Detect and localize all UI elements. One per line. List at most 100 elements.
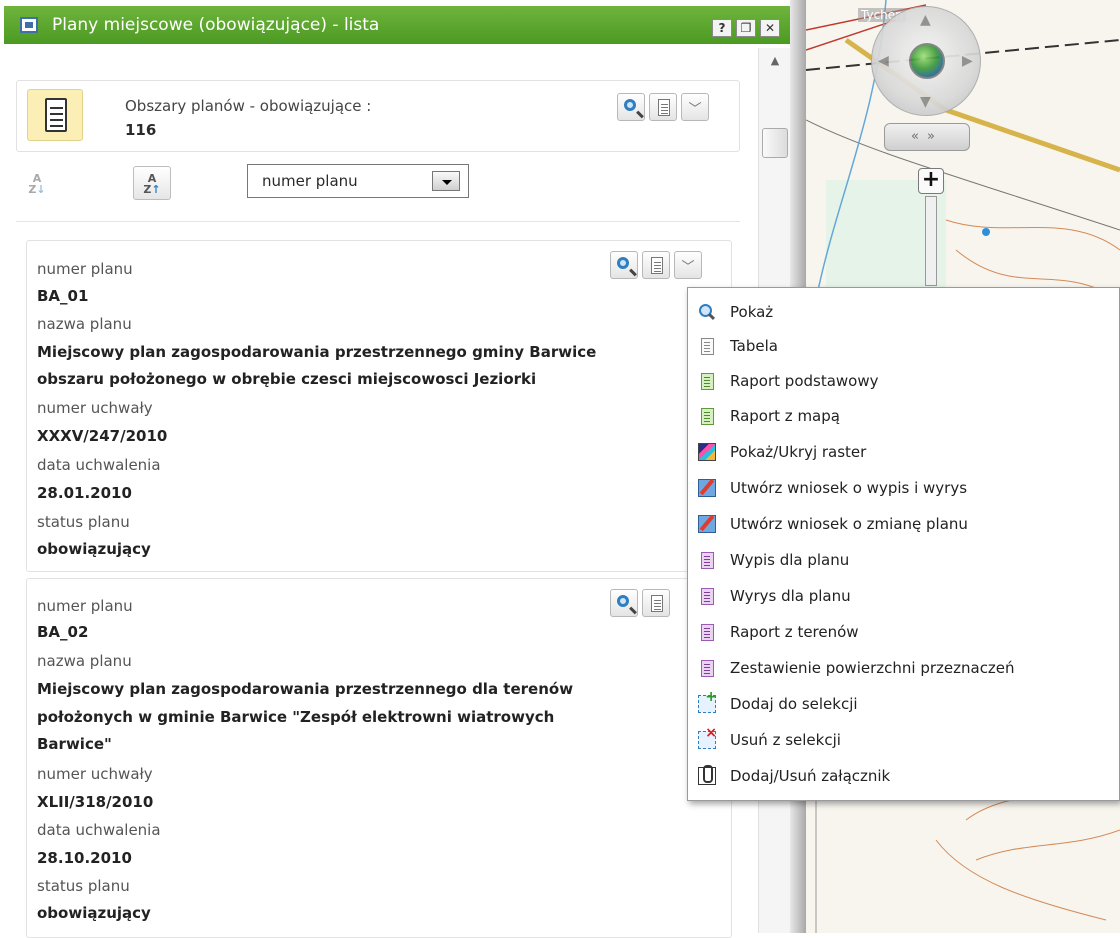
plan-name: Barwice" [37,735,112,753]
field-label: numer uchwały [37,765,153,783]
menu-item-label: Pokaż [730,303,774,321]
selection-remove-icon [698,726,717,749]
plan-name: obszaru położonego w obrębie czesci miej… [37,370,537,388]
plan-card[interactable]: numer planu BA_02 nazwa planu Miejscowy … [26,578,732,938]
plan-table-button[interactable] [642,589,670,617]
table-icon [651,595,663,612]
field-label: status planu [37,513,130,531]
menu-item-label: Utwórz wniosek o wypis i wyrys [730,479,968,497]
table-icon [658,99,670,116]
plan-status: obowiązujący [37,904,151,922]
pan-left-icon[interactable]: ◀ [878,54,889,68]
sort-descending-icon: A Z↑ [143,172,161,196]
sort-descending-button[interactable]: A Z↑ [133,166,171,200]
globe-icon[interactable] [909,43,945,79]
scroll-thumb[interactable] [762,128,788,158]
field-label: nazwa planu [37,652,132,670]
sort-ascending-button[interactable]: A Z↓ [18,166,56,200]
plan-name: Miejscowy plan zagospodarowania przestrz… [37,343,597,361]
chevron-down-icon: ﹀ [688,102,702,117]
zoom-in-button[interactable]: + [918,168,944,194]
close-button[interactable]: ✕ [760,19,780,37]
report-purple-icon [698,587,716,605]
field-label: nazwa planu [37,315,132,333]
map-pan-control[interactable]: ▲ ▼ ◀ ▶ [871,6,981,116]
menu-item-label: Tabela [730,337,778,355]
plan-name: Miejscowy plan zagospodarowania przestrz… [37,680,574,698]
field-label: numer planu [37,260,133,278]
selection-add-icon [698,690,717,713]
summary-count: 116 [125,121,157,139]
scroll-up-icon[interactable]: ▲ [759,54,791,67]
edit-form-icon [698,479,716,497]
plan-number: BA_02 [37,623,89,641]
menu-item-label: Wyrys dla planu [730,587,851,605]
window-title: Plany miejscowe (obowiązujące) - lista [52,15,380,35]
sort-field-select[interactable]: numer planu [247,164,469,198]
divider [16,221,740,222]
plan-name: położonych w gminie Barwice "Zespół elek… [37,708,555,726]
window-icon [20,17,38,33]
report-green-icon [698,407,716,425]
plans-list-panel: Plany miejscowe (obowiązujące) - lista ?… [0,0,806,938]
menu-item-label: Raport z mapą [730,407,840,425]
show-plan-button[interactable] [610,251,638,279]
table-icon [698,337,716,355]
sort-ascending-icon: A Z↓ [28,172,46,196]
menu-item-label: Dodaj/Usuń załącznik [730,767,891,785]
sort-field-value: numer planu [262,172,358,190]
menu-item-label: Zestawienie powierzchni przeznaczeń [730,659,1015,677]
chevron-down-icon: ﹀ [681,260,695,275]
help-button[interactable]: ? [712,19,732,37]
raster-icon [698,443,716,461]
plan-options-button[interactable]: ﹀ [674,251,702,279]
field-label: status planu [37,877,130,895]
field-label: numer uchwały [37,399,153,417]
field-label: numer planu [37,597,133,615]
menu-item-label: Utwórz wniosek o zmianę planu [730,515,968,533]
menu-item-label: Raport z terenów [730,623,859,641]
show-all-button[interactable] [617,93,645,121]
plan-card[interactable]: ﹀ numer planu BA_01 nazwa planu Miejscow… [26,240,732,572]
plan-number: BA_01 [37,287,89,305]
dropdown-arrow-icon[interactable] [432,171,460,191]
document-icon[interactable] [27,89,83,141]
report-purple-icon [698,551,716,569]
pan-up-icon[interactable]: ▲ [920,13,931,27]
menu-item-label: Wypis dla planu [730,551,850,569]
menu-item-label: Dodaj do selekcji [730,695,858,713]
magnifier-icon [617,257,629,269]
field-label: data uchwalenia [37,821,161,839]
report-purple-icon [698,623,716,641]
plan-table-button[interactable] [642,251,670,279]
plan-status: obowiązujący [37,540,151,558]
pan-down-icon[interactable]: ▼ [920,95,931,109]
window-titlebar[interactable]: Plany miejscowe (obowiązujące) - lista ?… [4,6,792,44]
zoom-slider[interactable] [925,196,937,286]
show-plan-button[interactable] [610,589,638,617]
field-label: data uchwalenia [37,456,161,474]
report-green-icon [698,372,716,390]
table-icon [651,257,663,274]
report-purple-icon [698,659,716,677]
summary-box: Obszary planów - obowiązujące : 116 ﹀ [16,80,740,152]
map-history-slider[interactable]: «» [884,123,970,151]
restore-button[interactable]: ❐ [736,19,756,37]
more-options-button[interactable]: ﹀ [681,93,709,121]
magnifier-icon [617,595,629,607]
attachment-icon [698,765,716,785]
edit-form-icon [698,515,716,533]
resolution-number: XLII/318/2010 [37,793,154,811]
menu-item-label: Pokaż/Ukryj raster [730,443,867,461]
summary-label: Obszary planów - obowiązujące : [125,97,372,115]
table-all-button[interactable] [649,93,677,121]
resolution-number: XXXV/247/2010 [37,427,168,445]
resolution-date: 28.10.2010 [37,849,132,867]
context-menu: Pokaż Tabela Raport podstawowy Raport z … [687,287,1120,801]
resolution-date: 28.01.2010 [37,484,132,502]
pan-right-icon[interactable]: ▶ [962,54,973,68]
magnifier-icon [698,303,716,321]
magnifier-icon [624,99,636,111]
menu-item-label: Usuń z selekcji [730,731,841,749]
menu-item-label: Raport podstawowy [730,372,879,390]
